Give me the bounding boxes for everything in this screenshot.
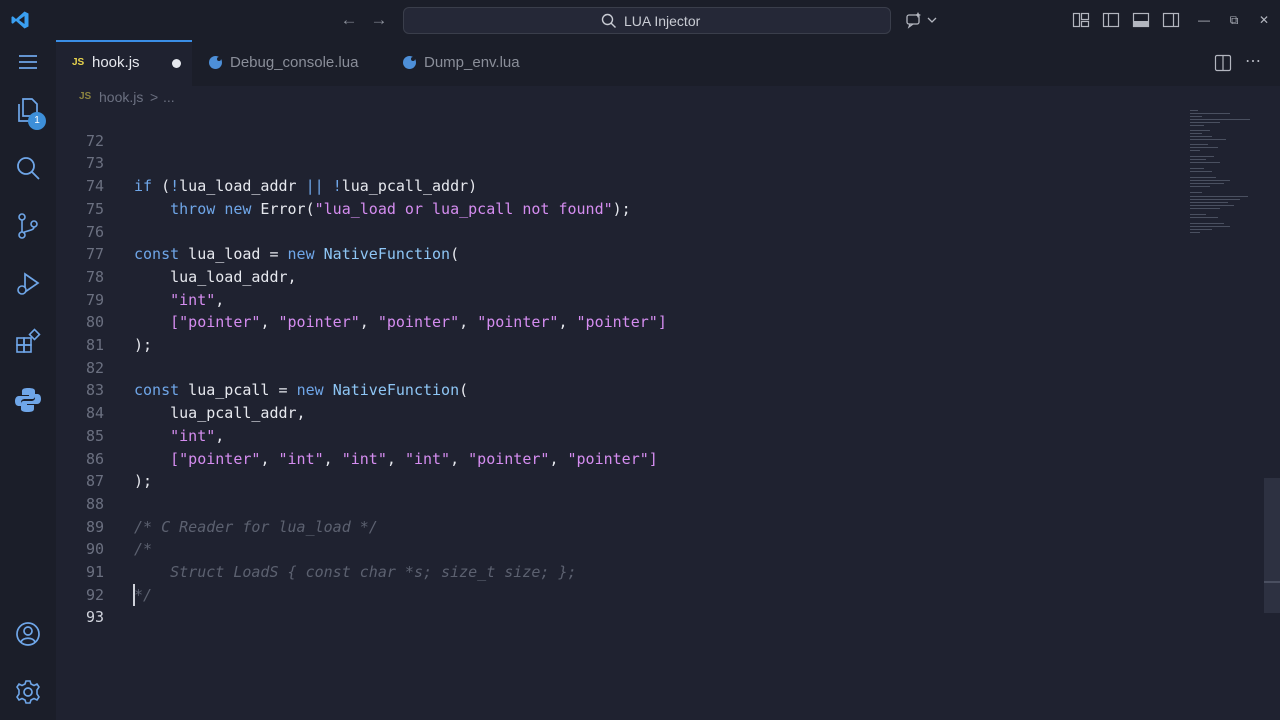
lua-file-icon (209, 56, 222, 69)
js-file-icon: JS (72, 57, 85, 68)
cursor-scroll-marker (1264, 581, 1280, 583)
code-line: 89 /* (56, 493, 1176, 559)
toggle-panel-icon[interactable] (1132, 11, 1150, 29)
breadcrumb-separator: > (150, 89, 159, 105)
code-line: 76 const lua_load = new NativeFunction( (56, 198, 1176, 264)
code-line: 75 (56, 175, 1176, 218)
customize-layout-icon[interactable] (1072, 11, 1090, 29)
code-line: 91 */ (56, 538, 1176, 604)
code-line: 73 if (!lua_load_addr || !lua_pcall_addr… (56, 130, 1176, 195)
code-line: 88 /* C Reader for lua_load */ (56, 470, 1176, 536)
tab-debug-console-lua[interactable]: Debug_console.lua (192, 40, 386, 86)
text-cursor (133, 584, 135, 606)
python-icon[interactable] (14, 386, 42, 414)
run-debug-icon[interactable] (14, 270, 42, 298)
more-actions-icon[interactable]: ⋯ (1244, 52, 1262, 72)
toggle-secondary-sidebar-icon[interactable] (1162, 11, 1180, 29)
code-line: 93 (56, 584, 1176, 626)
code-line: 90 Struct LoadS { const char *s; size_t … (56, 516, 1176, 581)
code-line: 79 ["pointer", "pointer", "pointer", "po… (56, 266, 1176, 332)
unsaved-dot-icon[interactable] (172, 59, 181, 68)
code-editor[interactable]: 72 73 if (!lua_load_addr || !lua_pcall_a… (56, 108, 1280, 720)
restore-icon[interactable]: ⧉ (1224, 10, 1244, 30)
source-control-badge: 1 (28, 112, 46, 130)
extensions-icon[interactable] (14, 328, 42, 356)
code-line: 80 ); (56, 289, 1176, 354)
code-line: 92 (56, 561, 1176, 604)
settings-gear-icon[interactable] (14, 678, 42, 706)
tab-hook-js[interactable]: JS hook.js (56, 40, 192, 86)
editor-tab-bar: JS hook.js Debug_console.lua Dump_env.lu… (56, 40, 1280, 86)
source-control-icon[interactable] (14, 212, 42, 240)
tab-label: Dump_env.lua (424, 54, 520, 71)
toggle-primary-sidebar-icon[interactable] (1102, 11, 1120, 29)
copilot-icon[interactable] (905, 11, 923, 29)
forward-arrow-icon[interactable]: → (369, 10, 389, 30)
line-number-current: 93 (85, 608, 104, 627)
tab-label: hook.js (92, 54, 140, 71)
close-icon[interactable]: ✕ (1254, 10, 1274, 30)
minimize-icon[interactable]: — (1194, 10, 1214, 30)
account-icon[interactable] (14, 620, 42, 648)
code-line: 72 (56, 107, 1176, 150)
minimap[interactable] (1188, 108, 1258, 238)
code-line: 78 "int", (56, 243, 1176, 309)
breadcrumb-more[interactable]: ... (163, 89, 175, 105)
split-editor-icon[interactable] (1214, 54, 1232, 72)
code-line: 86 ); (56, 425, 1176, 491)
search-label: LUA Injector (624, 13, 701, 29)
search-icon (601, 13, 616, 28)
breadcrumb: JS hook.js > ... (56, 86, 1280, 108)
code-line: 84 "int", (56, 379, 1176, 445)
code-line: 87 (56, 448, 1176, 490)
back-arrow-icon[interactable]: ← (339, 10, 359, 30)
tab-dump-env-lua[interactable]: Dump_env.lua (386, 40, 546, 86)
code-line: 83 lua_pcall_addr, (56, 357, 1176, 422)
code-line: 77 lua_load_addr, (56, 221, 1176, 286)
search-icon[interactable] (14, 154, 42, 182)
vscode-logo-icon (11, 11, 29, 29)
code-line: 82 const lua_pcall = new NativeFunction( (56, 334, 1176, 400)
command-center-search[interactable]: LUA Injector (403, 7, 891, 34)
menu-icon[interactable] (16, 48, 40, 76)
activity-bar: 1 (0, 40, 56, 720)
code-line: 74 throw new Error("lua_load or lua_pcal… (56, 152, 1176, 218)
js-file-icon: JS (79, 91, 92, 102)
chevron-down-icon[interactable] (926, 11, 938, 29)
breadcrumb-file[interactable]: hook.js (99, 89, 143, 105)
code-line: 85 ["pointer", "int", "int", "int", "poi… (56, 402, 1176, 468)
title-bar: ← → LUA Injector — ⧉ ✕ (0, 0, 1280, 40)
lua-file-icon (403, 56, 416, 69)
code-line: 81 (56, 311, 1176, 354)
tab-label: Debug_console.lua (230, 54, 359, 71)
vertical-scrollbar-thumb[interactable] (1264, 478, 1280, 613)
